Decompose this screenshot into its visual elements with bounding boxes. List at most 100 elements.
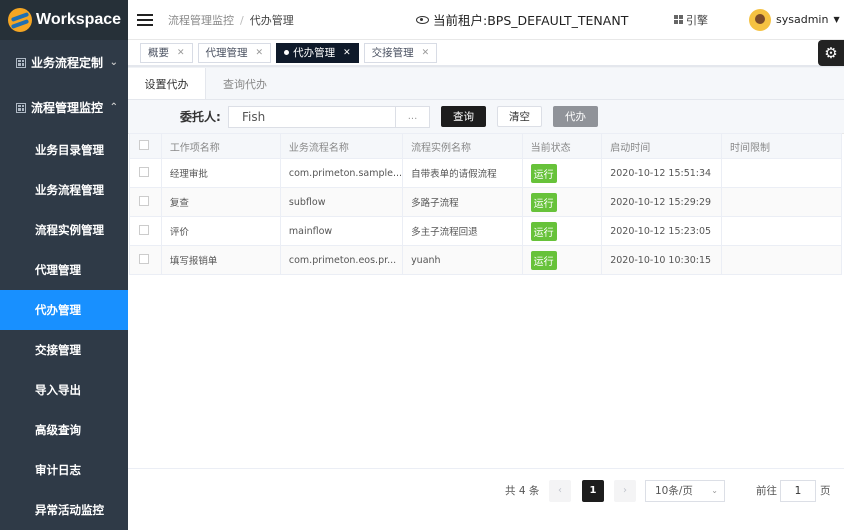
subtab-set-agent[interactable]: 设置代办 [128,68,206,99]
sidebar-group-label: 业务流程定制 [31,56,104,70]
sidebar-item-exception-monitor[interactable]: 异常活动监控 [0,490,128,530]
breadcrumb: 流程管理监控 / 代办管理 [168,12,294,28]
status-badge: 运行 [530,192,557,212]
sidebar-item-import-export[interactable]: 导入导出 [0,370,128,410]
cell-workitem-name: 评价 [160,216,281,246]
sidebar: Workspace 业务流程定制 ⌄ 流程管理监控 ⌃ 业务目录管理 业务流程管… [0,0,128,530]
principal-input[interactable]: Fish [228,105,396,128]
prev-page-button[interactable]: ‹ [549,479,571,502]
row-checkbox[interactable] [139,253,149,264]
table-row[interactable]: 经理审批 com.primeton.sample... 自带表单的请假流程 运行… [129,158,842,188]
row-checkbox[interactable] [139,166,149,177]
page-size-select[interactable]: 10条/页 ⌄ [645,479,725,502]
gear-icon: ⚙ [824,44,838,62]
tab-proxy[interactable]: 代理管理 ✕ [197,42,272,63]
logo[interactable]: Workspace [0,0,128,40]
goto-suffix: 页 [820,485,831,497]
sub-tabs: 设置代办 查询代办 [128,68,844,100]
sidebar-item-proxy[interactable]: 代理管理 [0,250,128,290]
workspace-logo-icon [8,8,32,32]
query-button[interactable]: 查询 [441,106,486,127]
sidebar-item-process[interactable]: 业务流程管理 [0,170,128,210]
sidebar-item-catalog[interactable]: 业务目录管理 [0,130,128,170]
cell-instance-name: 多路子流程 [402,187,523,217]
row-select-cell[interactable] [129,245,162,275]
select-all-checkbox[interactable] [139,139,149,150]
grid-icon [16,102,26,113]
chevron-up-icon: ⌃ [109,102,118,113]
caret-down-icon: ▼ [833,15,840,24]
avatar [749,8,771,31]
sidebar-group-label: 流程管理监控 [31,101,104,115]
row-checkbox[interactable] [139,224,149,235]
tab-handover[interactable]: 交接管理 ✕ [363,42,438,63]
settings-button[interactable]: ⚙ [818,40,844,66]
sidebar-group-process-custom[interactable]: 业务流程定制 ⌄ [0,40,128,85]
eye-icon [416,15,429,24]
user-menu[interactable]: sysadmin ▼ [749,8,840,31]
cell-workitem-name: 经理审批 [160,158,281,188]
cell-time-limit [721,158,842,188]
chevron-right-icon: › [623,485,627,496]
goto-label: 前往 [756,485,777,497]
cell-workitem-name: 复查 [160,187,281,217]
workitem-table: 工作项名称 业务流程名称 流程实例名称 当前状态 启动时间 时间限制 经理审批 … [129,133,842,275]
total-count: 共 4 条 [505,485,540,497]
cell-start-time: 2020-10-12 15:51:34 [601,158,723,188]
page-number-button[interactable]: 1 [582,479,604,502]
sidebar-item-agent[interactable]: 代办管理 [0,290,128,330]
tab-label: 概要 [148,47,169,59]
subtab-query-agent[interactable]: 查询代办 [206,68,284,99]
grid-icon [674,15,683,24]
sidebar-group-process-monitor[interactable]: 流程管理监控 ⌃ [0,85,128,130]
breadcrumb-parent[interactable]: 流程管理监控 [168,14,234,27]
guide-link[interactable]: 引擎 [674,12,708,28]
select-all-cell[interactable] [129,133,162,159]
sidebar-item-handover[interactable]: 交接管理 [0,330,128,370]
row-select-cell[interactable] [129,158,162,188]
grid-icon [16,57,26,68]
breadcrumb-separator: / [240,13,244,27]
next-page-button[interactable]: › [614,479,636,502]
cell-process-name: mainflow [279,216,404,246]
close-icon[interactable]: ✕ [422,48,430,58]
row-checkbox[interactable] [139,195,149,206]
sidebar-item-advanced-query[interactable]: 高级查询 [0,410,128,450]
principal-picker-button[interactable]: ... [396,105,430,128]
cell-instance-name: 自带表单的请假流程 [402,158,523,188]
cell-instance-name: 多主子流程回退 [402,216,523,246]
cell-status: 运行 [521,187,603,217]
close-icon[interactable]: ✕ [177,48,185,58]
row-select-cell[interactable] [129,216,162,246]
goto-page-input[interactable]: 1 [780,479,816,502]
tab-label: 交接管理 [371,47,414,59]
column-header: 当前状态 [521,133,603,159]
table-row[interactable]: 评价 mainflow 多主子流程回退 运行 2020-10-12 15:23:… [129,216,842,246]
clear-button[interactable]: 清空 [497,106,542,127]
column-header: 业务流程名称 [279,133,404,159]
tenant-indicator: 当前租户:BPS_DEFAULT_TENANT [416,10,628,29]
tab-label: 代理管理 [205,47,248,59]
row-select-cell[interactable] [129,187,162,217]
table-row[interactable]: 复查 subflow 多路子流程 运行 2020-10-12 15:29:29 [129,187,842,217]
cell-process-name: subflow [279,187,404,217]
menu-toggle-icon[interactable] [137,13,153,26]
principal-label: 委托人: [180,110,221,124]
cell-instance-name: yuanh [402,245,523,275]
cell-process-name: com.primeton.sample... [279,158,404,188]
sidebar-item-audit-log[interactable]: 审计日志 [0,450,128,490]
chevron-left-icon: ‹ [558,485,562,496]
chevron-down-icon: ⌄ [711,486,718,495]
tab-overview[interactable]: 概要 ✕ [140,42,193,63]
table-header-row: 工作项名称 业务流程名称 流程实例名称 当前状态 启动时间 时间限制 [129,133,842,159]
close-icon[interactable]: ✕ [343,48,351,58]
cell-start-time: 2020-10-12 15:23:05 [601,216,723,246]
sidebar-item-instance[interactable]: 流程实例管理 [0,210,128,250]
status-badge: 运行 [530,221,557,241]
status-badge: 运行 [530,250,557,270]
close-icon[interactable]: ✕ [256,48,264,58]
table-row[interactable]: 填写报销单 com.primeton.eos.pr... yuanh 运行 20… [129,245,842,275]
agent-button[interactable]: 代办 [553,106,598,127]
tab-agent[interactable]: 代办管理 ✕ [276,42,359,63]
search-form: 委托人: Fish ... 查询 清空 代办 [128,100,844,134]
